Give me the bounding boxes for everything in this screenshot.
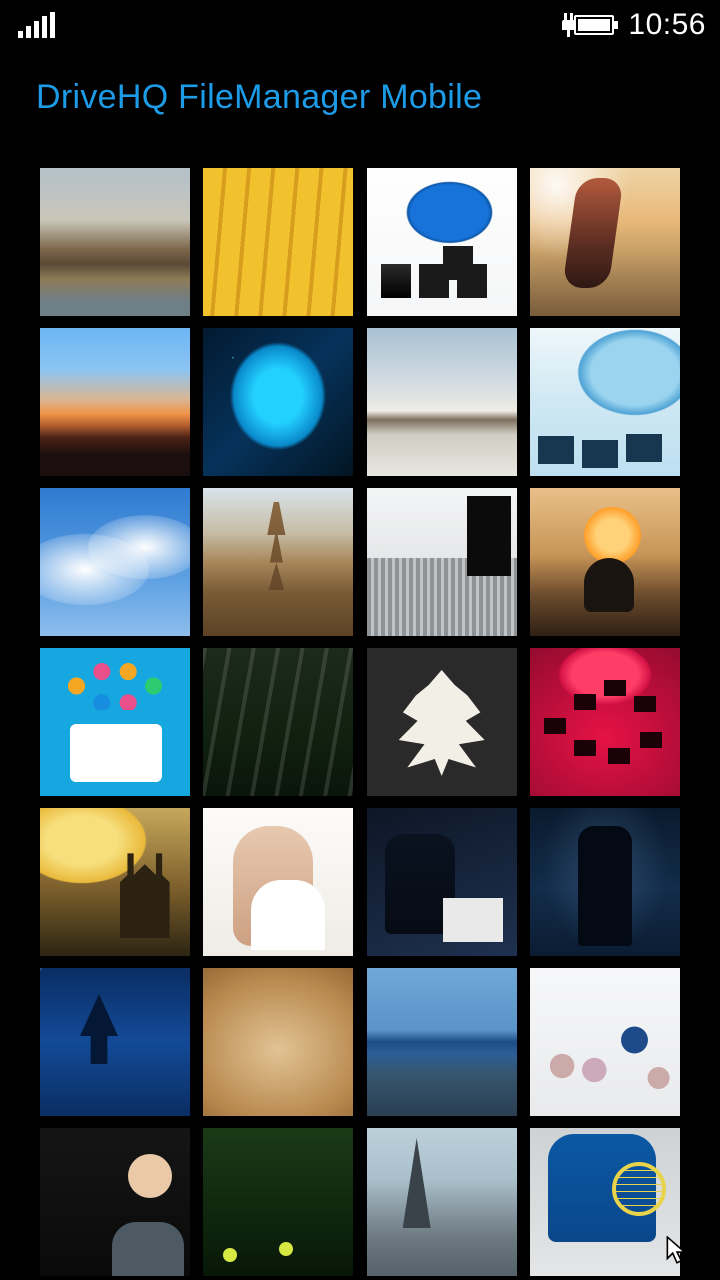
photo-thumb[interactable] [40,1128,190,1276]
photo-thumb[interactable] [40,488,190,636]
battery-charging-icon [562,14,614,36]
photo-thumb[interactable] [367,488,517,636]
photo-thumb[interactable] [203,808,353,956]
photo-thumb[interactable] [530,488,680,636]
photo-thumb[interactable] [367,1128,517,1276]
photo-thumb[interactable] [530,328,680,476]
clock: 10:56 [628,8,706,42]
photo-thumb[interactable] [367,168,517,316]
photo-thumb[interactable] [203,328,353,476]
photo-thumb[interactable] [40,328,190,476]
photo-thumb[interactable] [367,328,517,476]
photo-thumb[interactable] [367,648,517,796]
photo-thumb[interactable] [40,968,190,1116]
photo-thumb[interactable] [530,168,680,316]
photo-thumb[interactable] [203,1128,353,1276]
app-title: DriveHQ FileManager Mobile [0,50,720,117]
photo-thumb[interactable] [203,168,353,316]
status-bar: 10:56 [0,0,720,50]
photo-thumb[interactable] [203,488,353,636]
photo-thumb[interactable] [530,1128,680,1276]
photo-thumb[interactable] [203,648,353,796]
photo-thumb[interactable] [367,808,517,956]
photo-grid[interactable] [40,168,680,1280]
photo-thumb[interactable] [530,968,680,1116]
photo-thumb[interactable] [40,168,190,316]
status-left [18,12,55,38]
photo-thumb[interactable] [530,808,680,956]
status-right: 10:56 [562,8,706,42]
signal-icon [18,12,55,38]
photo-thumb[interactable] [530,648,680,796]
photo-thumb[interactable] [40,808,190,956]
photo-thumb[interactable] [40,648,190,796]
photo-thumb[interactable] [367,968,517,1116]
photo-thumb[interactable] [203,968,353,1116]
